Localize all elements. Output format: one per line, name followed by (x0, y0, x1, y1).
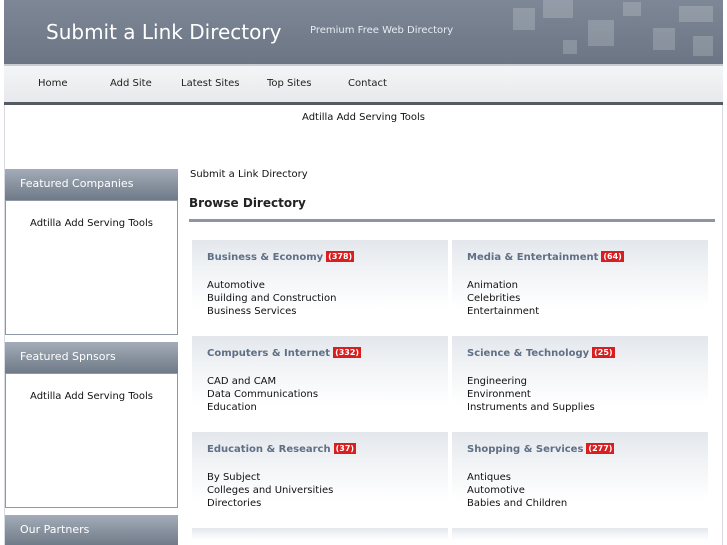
site-header: Submit a Link Directory Premium Free Web… (4, 0, 723, 64)
subcategory-link[interactable]: Environment (467, 389, 531, 400)
subcategory-link[interactable]: By Subject (207, 472, 260, 483)
category-card: Science & Technology (25) Engineering Env… (452, 336, 708, 428)
category-name[interactable]: Media & Entertainment (467, 252, 598, 263)
subcategory-link[interactable]: CAD and CAM (207, 376, 276, 387)
category-name[interactable]: Computers & Internet (207, 348, 330, 359)
featured-sponsor-link[interactable]: Adtilla Add Serving Tools (6, 391, 177, 402)
category-name[interactable]: Business & Economy (207, 252, 323, 263)
title-divider (189, 219, 715, 222)
category-card: Business & Economy (378) Automotive Build… (192, 240, 448, 332)
category-name[interactable]: Shopping & Services (467, 444, 583, 455)
subcategory-link[interactable]: Building and Construction (207, 293, 336, 304)
header-decoration (493, 0, 723, 64)
site-title[interactable]: Submit a Link Directory (46, 20, 281, 44)
frame-border-right (722, 105, 723, 545)
partners-heading: Our Partners (5, 515, 178, 545)
page-title: Browse Directory (189, 196, 306, 210)
category-count-badge: (37) (333, 443, 357, 454)
featured-sponsors-box: Adtilla Add Serving Tools (5, 373, 178, 508)
subcategory-link[interactable]: Animation (467, 280, 518, 291)
nav-home[interactable]: Home (38, 78, 68, 89)
site-slogan: Premium Free Web Directory (310, 25, 454, 36)
nav-top-sites[interactable]: Top Sites (267, 78, 311, 89)
main-nav: Home Add Site Latest Sites Top Sites Con… (4, 66, 723, 102)
category-count-badge: (25) (592, 347, 615, 358)
category-name[interactable]: Science & Technology (467, 348, 589, 359)
category-card: Media & Entertainment (64) Animation Cele… (452, 240, 708, 332)
subcategory-link[interactable]: Entertainment (467, 306, 539, 317)
category-title[interactable]: Education & Research (37) (207, 443, 357, 455)
category-count-badge: (332) (333, 347, 362, 358)
category-title[interactable]: Media & Entertainment (64) (467, 251, 624, 263)
featured-sponsors-heading: Featured Spnsors (5, 342, 178, 373)
nav-divider (4, 102, 723, 105)
featured-companies-box: Adtilla Add Serving Tools (5, 200, 178, 335)
category-title[interactable]: Shopping & Services (277) (467, 443, 615, 455)
subcategory-link[interactable]: Celebrities (467, 293, 520, 304)
category-title[interactable]: Business & Economy (378) (207, 251, 355, 263)
subcategory-link[interactable]: Colleges and Universities (207, 485, 333, 496)
subcategory-link[interactable]: Antiques (467, 472, 511, 483)
featured-company-link[interactable]: Adtilla Add Serving Tools (6, 218, 177, 229)
subcategory-link[interactable]: Automotive (207, 280, 265, 291)
subcategory-link[interactable]: Education (207, 402, 257, 413)
category-card: Computers & Internet (332) CAD and CAM Da… (192, 336, 448, 428)
category-card: Shopping & Services (277) Antiques Automo… (452, 432, 708, 524)
subcategory-link[interactable]: Babies and Children (467, 498, 567, 509)
subcategory-link[interactable]: Engineering (467, 376, 527, 387)
nav-latest-sites[interactable]: Latest Sites (181, 78, 240, 89)
breadcrumb[interactable]: Submit a Link Directory (190, 169, 308, 180)
subcategory-link[interactable]: Instruments and Supplies (467, 402, 595, 413)
category-card (192, 528, 448, 545)
subcategory-link[interactable]: Automotive (467, 485, 525, 496)
category-count-badge: (378) (326, 251, 355, 262)
banner-link[interactable]: Adtilla Add Serving Tools (0, 112, 727, 123)
featured-companies-heading: Featured Companies (5, 169, 178, 200)
category-count-badge: (277) (586, 443, 615, 454)
category-card (452, 528, 708, 545)
subcategory-link[interactable]: Directories (207, 498, 261, 509)
nav-add-site[interactable]: Add Site (110, 78, 152, 89)
nav-contact[interactable]: Contact (348, 78, 387, 89)
subcategory-link[interactable]: Data Communications (207, 389, 318, 400)
category-title[interactable]: Computers & Internet (332) (207, 347, 362, 359)
category-title[interactable]: Science & Technology (25) (467, 347, 615, 359)
category-name[interactable]: Education & Research (207, 444, 331, 455)
category-card: Education & Research (37) By Subject Coll… (192, 432, 448, 524)
subcategory-link[interactable]: Business Services (207, 306, 296, 317)
category-count-badge: (64) (601, 251, 624, 262)
